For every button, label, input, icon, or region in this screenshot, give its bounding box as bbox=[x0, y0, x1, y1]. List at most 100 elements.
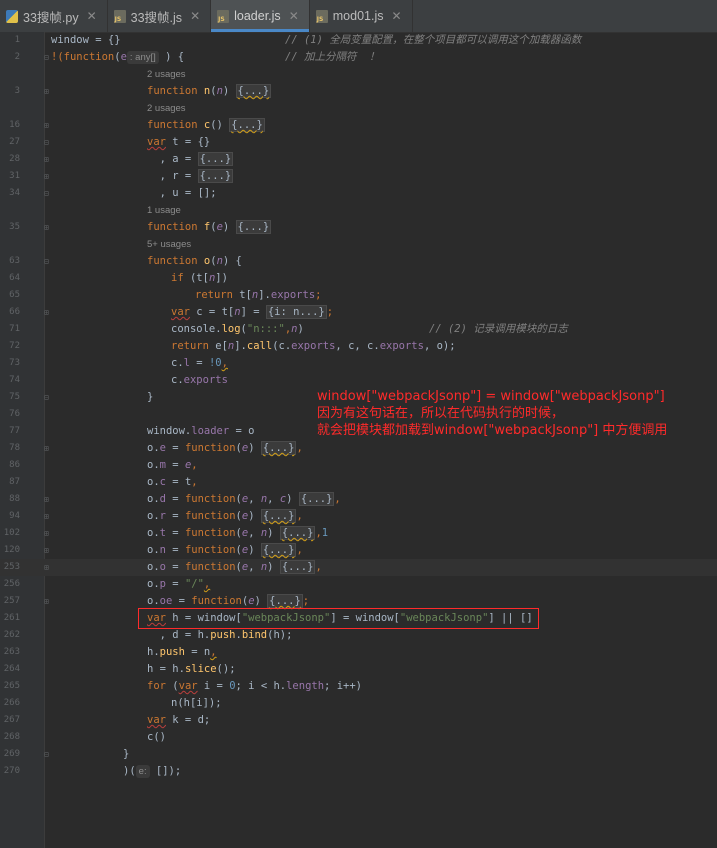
code-line[interactable]: 268 c() bbox=[0, 729, 717, 746]
code-text: , r = {...} bbox=[147, 169, 234, 183]
code-line[interactable]: 73 c.l = !0, bbox=[0, 355, 717, 372]
close-icon[interactable]: ✕ bbox=[190, 9, 200, 23]
usages-hint[interactable]: 2 usages bbox=[147, 66, 186, 83]
code-line[interactable]: 86 o.m = e, bbox=[0, 457, 717, 474]
code-text: return e[n].call(c.exports, c, c.exports… bbox=[171, 340, 456, 352]
code-text: o.m = e, bbox=[147, 459, 198, 471]
fold-icon[interactable]: ⊞ bbox=[44, 491, 49, 508]
fold-icon[interactable]: ⊟ bbox=[44, 49, 49, 66]
code-line[interactable]: 263 h.push = n, bbox=[0, 644, 717, 661]
usages-hint[interactable]: 2 usages bbox=[147, 100, 186, 117]
code-text: !(function(e: any[] ) { bbox=[51, 51, 185, 64]
fold-icon[interactable]: ⊞ bbox=[44, 593, 49, 610]
code-line[interactable]: 74 c.exports bbox=[0, 372, 717, 389]
code-line[interactable]: 63 ⊟ function o(n) { bbox=[0, 253, 717, 270]
code-line[interactable]: 35 ⊞ function f(e) {...} bbox=[0, 219, 717, 236]
line-number: 261 bbox=[3, 613, 20, 623]
fold-icon[interactable]: ⊞ bbox=[44, 168, 49, 185]
code-line[interactable]: 264 h = h.slice(); bbox=[0, 661, 717, 678]
line-number: 35 bbox=[9, 222, 20, 232]
folded-region: {...} bbox=[229, 118, 265, 132]
code-line[interactable]: 34 ⊟ , u = []; bbox=[0, 185, 717, 202]
tab-33-py[interactable]: 33搜帧.py ✕ bbox=[0, 0, 108, 32]
code-line[interactable]: 266 n(h[i]); bbox=[0, 695, 717, 712]
code-line[interactable]: 2 ⊟ !(function(e: any[] ) { // 加上分隔符 ！ bbox=[0, 49, 717, 66]
code-text: } bbox=[147, 391, 154, 403]
code-line[interactable]: 269 ⊟ } bbox=[0, 746, 717, 763]
line-number: 88 bbox=[9, 494, 20, 504]
line-number: 27 bbox=[9, 137, 20, 147]
code-line[interactable]: 3 ⊞ function n(n) {...} bbox=[0, 83, 717, 100]
code-text: return t[n].exports; bbox=[195, 289, 322, 301]
line-number: 31 bbox=[9, 171, 20, 181]
line-number: 1 bbox=[14, 35, 20, 45]
tab-loader-js[interactable]: loader.js ✕ bbox=[211, 0, 310, 32]
code-line[interactable]: 256 o.p = "/", bbox=[0, 576, 717, 593]
code-line[interactable]: 1 window = {} // (1) 全局变量配置，在整个项目都可以调用这个… bbox=[0, 32, 717, 49]
code-editor[interactable]: 1 window = {} // (1) 全局变量配置，在整个项目都可以调用这个… bbox=[0, 32, 717, 848]
code-line[interactable]: 28 ⊞ , a = {...} bbox=[0, 151, 717, 168]
code-line[interactable]: 262 , d = h.push.bind(h); bbox=[0, 627, 717, 644]
code-text: o.c = t, bbox=[147, 476, 198, 488]
line-number: 266 bbox=[3, 698, 20, 708]
fold-icon[interactable]: ⊞ bbox=[44, 117, 49, 134]
folded-region: {...} bbox=[279, 526, 316, 540]
editor-tab-bar: 33搜帧.py ✕ 33搜帧.js ✕ loader.js ✕ mod01.js… bbox=[0, 0, 717, 33]
usages-hint[interactable]: 5+ usages bbox=[147, 236, 191, 253]
folded-region: {...} bbox=[260, 441, 297, 455]
line-number: 71 bbox=[9, 324, 20, 334]
usage-hint-row: 1 usage bbox=[0, 202, 717, 219]
fold-icon[interactable]: ⊟ bbox=[44, 253, 49, 270]
code-text: function o(n) { bbox=[147, 255, 242, 267]
close-icon[interactable]: ✕ bbox=[391, 9, 401, 23]
fold-icon[interactable]: ⊞ bbox=[44, 219, 49, 236]
code-line[interactable]: 94 ⊞ o.r = function(e) {...}, bbox=[0, 508, 717, 525]
code-text: o.n = function(e) {...}, bbox=[147, 543, 303, 557]
code-line[interactable]: 72 return e[n].call(c.exports, c, c.expo… bbox=[0, 338, 717, 355]
tab-mod01-js[interactable]: mod01.js ✕ bbox=[310, 0, 413, 32]
folded-region: {...} bbox=[260, 543, 297, 557]
code-text: function c() {...} bbox=[147, 118, 265, 132]
fold-icon[interactable]: ⊞ bbox=[44, 542, 49, 559]
code-line[interactable]: 78 ⊞ o.e = function(e) {...}, bbox=[0, 440, 717, 457]
folded-region: {...} bbox=[235, 220, 272, 234]
code-line[interactable]: 66 ⊞ var c = t[n] = {i: n...}; bbox=[0, 304, 717, 321]
fold-icon[interactable]: ⊞ bbox=[44, 151, 49, 168]
code-line[interactable]: 270 )(e: []); bbox=[0, 763, 717, 780]
fold-icon[interactable]: ⊞ bbox=[44, 83, 49, 100]
code-text: window = {} bbox=[51, 34, 121, 46]
tab-33-js[interactable]: 33搜帧.js ✕ bbox=[108, 0, 212, 32]
code-line[interactable]: 102 ⊞ o.t = function(e, n) {...} ,1 bbox=[0, 525, 717, 542]
js-file-icon bbox=[113, 9, 126, 23]
fold-icon[interactable]: ⊞ bbox=[44, 440, 49, 457]
close-icon[interactable]: ✕ bbox=[87, 9, 97, 23]
usage-hint-row: 2 usages bbox=[0, 100, 717, 117]
code-line[interactable]: 64 if (t[n]) bbox=[0, 270, 717, 287]
code-text: , a = {...} bbox=[147, 152, 234, 166]
code-line[interactable]: 87 o.c = t, bbox=[0, 474, 717, 491]
fold-icon[interactable]: ⊟ bbox=[44, 185, 49, 202]
fold-icon[interactable]: ⊞ bbox=[44, 304, 49, 321]
code-text: h = h.slice(); bbox=[147, 663, 236, 675]
code-line[interactable]: 120 ⊞ o.n = function(e) {...}, bbox=[0, 542, 717, 559]
code-line[interactable]: 16 ⊞ function c() {...} bbox=[0, 117, 717, 134]
fold-icon[interactable]: ⊞ bbox=[44, 559, 49, 576]
code-line[interactable]: 27 ⊟ var t = {} bbox=[0, 134, 717, 151]
code-line[interactable]: 267 var k = d; bbox=[0, 712, 717, 729]
fold-icon[interactable]: ⊟ bbox=[44, 389, 49, 406]
fold-icon[interactable]: ⊟ bbox=[44, 134, 49, 151]
fold-icon[interactable]: ⊟ bbox=[44, 746, 49, 763]
line-number: 3 bbox=[14, 86, 20, 96]
code-line[interactable]: 71 console.log("n:::",n) // (2) 记录调用模块的日… bbox=[0, 321, 717, 338]
close-icon[interactable]: ✕ bbox=[289, 9, 299, 23]
fold-icon[interactable]: ⊞ bbox=[44, 525, 49, 542]
code-line[interactable]: 31 ⊞ , r = {...} bbox=[0, 168, 717, 185]
fold-icon[interactable]: ⊞ bbox=[44, 508, 49, 525]
code-text: h.push = n, bbox=[147, 646, 217, 658]
code-line[interactable]: 265 for (var i = 0; i < h.length; i++) bbox=[0, 678, 717, 695]
usages-hint[interactable]: 1 usage bbox=[147, 202, 181, 219]
code-line[interactable]: 65 return t[n].exports; bbox=[0, 287, 717, 304]
code-text: )(e: []); bbox=[123, 765, 182, 778]
code-line[interactable]: 88 ⊞ o.d = function(e, n, c) {...}, bbox=[0, 491, 717, 508]
code-line-current[interactable]: 253 ⊞ o.o = function(e, n) {...}, bbox=[0, 559, 717, 576]
